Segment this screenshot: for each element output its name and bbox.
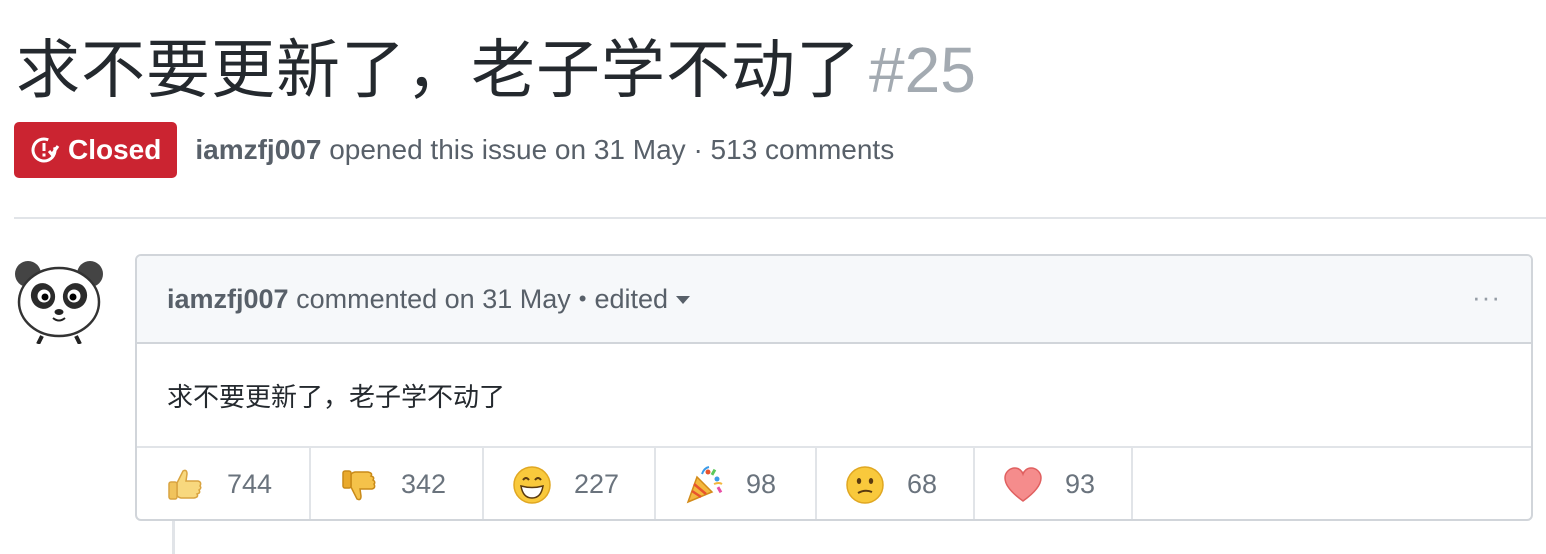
reaction-count: 227 [574, 469, 620, 499]
reaction-heart-button[interactable]: 93 [975, 448, 1133, 519]
issue-opened-text: opened this issue on 31 May · 513 commen… [329, 134, 895, 165]
reaction-laugh-button[interactable]: 227 [484, 448, 656, 519]
reaction-count: 98 [746, 469, 777, 499]
reaction-thumbs-down-button[interactable]: 342 [311, 448, 484, 519]
reaction-count: 744 [227, 469, 273, 499]
header-divider [14, 217, 1546, 219]
heart-icon [1004, 466, 1042, 502]
issue-title: 求不要更新了，老子学不动了 #25 [16, 28, 976, 113]
reaction-count: 342 [401, 469, 447, 499]
issue-closed-icon [31, 137, 60, 163]
issue-meta-text: iamzfj007 opened this issue on 31 May · … [195, 134, 894, 166]
reactions-bar: 744 342 227 98 68 93 [137, 448, 1531, 519]
issue-author-link[interactable]: iamzfj007 [195, 134, 321, 165]
comment-header: iamzfj007 commented on 31 May • edited ·… [137, 256, 1531, 344]
reaction-confused-button[interactable]: 68 [817, 448, 975, 519]
issue-number: #25 [869, 34, 976, 106]
reaction-thumbs-up-button[interactable]: 744 [137, 448, 311, 519]
hooray-icon [686, 465, 723, 503]
comment-author-link[interactable]: iamzfj007 [167, 284, 289, 315]
edited-label: edited [594, 283, 669, 314]
issue-title-text: 求不要更新了，老子学不动了 [16, 34, 861, 108]
thumbs-down-icon [342, 469, 376, 500]
closed-status-badge: Closed [14, 122, 178, 178]
more-options-icon[interactable]: ··· [1472, 284, 1501, 310]
comment-body: 求不要更新了，老子学不动了 [137, 344, 1531, 448]
confused-icon [846, 465, 884, 504]
comment-timestamp-link[interactable]: commented on 31 May [296, 284, 571, 315]
comment-box: iamzfj007 commented on 31 May • edited ·… [135, 254, 1533, 521]
thumbs-up-icon [168, 469, 202, 500]
avatar[interactable] [14, 260, 104, 344]
chevron-down-icon [676, 296, 691, 305]
edited-dropdown[interactable]: edited [594, 283, 691, 315]
timeline-line [172, 521, 175, 554]
bullet-separator: • [578, 286, 587, 311]
issue-meta: Closed iamzfj007 opened this issue on 31… [14, 122, 894, 178]
reaction-count: 68 [907, 469, 938, 499]
status-label: Closed [68, 134, 162, 165]
issue-page: 求不要更新了，老子学不动了 #25 Closed iamzfj007 opened… [0, 0, 1546, 554]
reaction-count: 93 [1065, 469, 1096, 499]
reaction-hooray-button[interactable]: 98 [656, 448, 817, 519]
laugh-icon [513, 465, 551, 504]
